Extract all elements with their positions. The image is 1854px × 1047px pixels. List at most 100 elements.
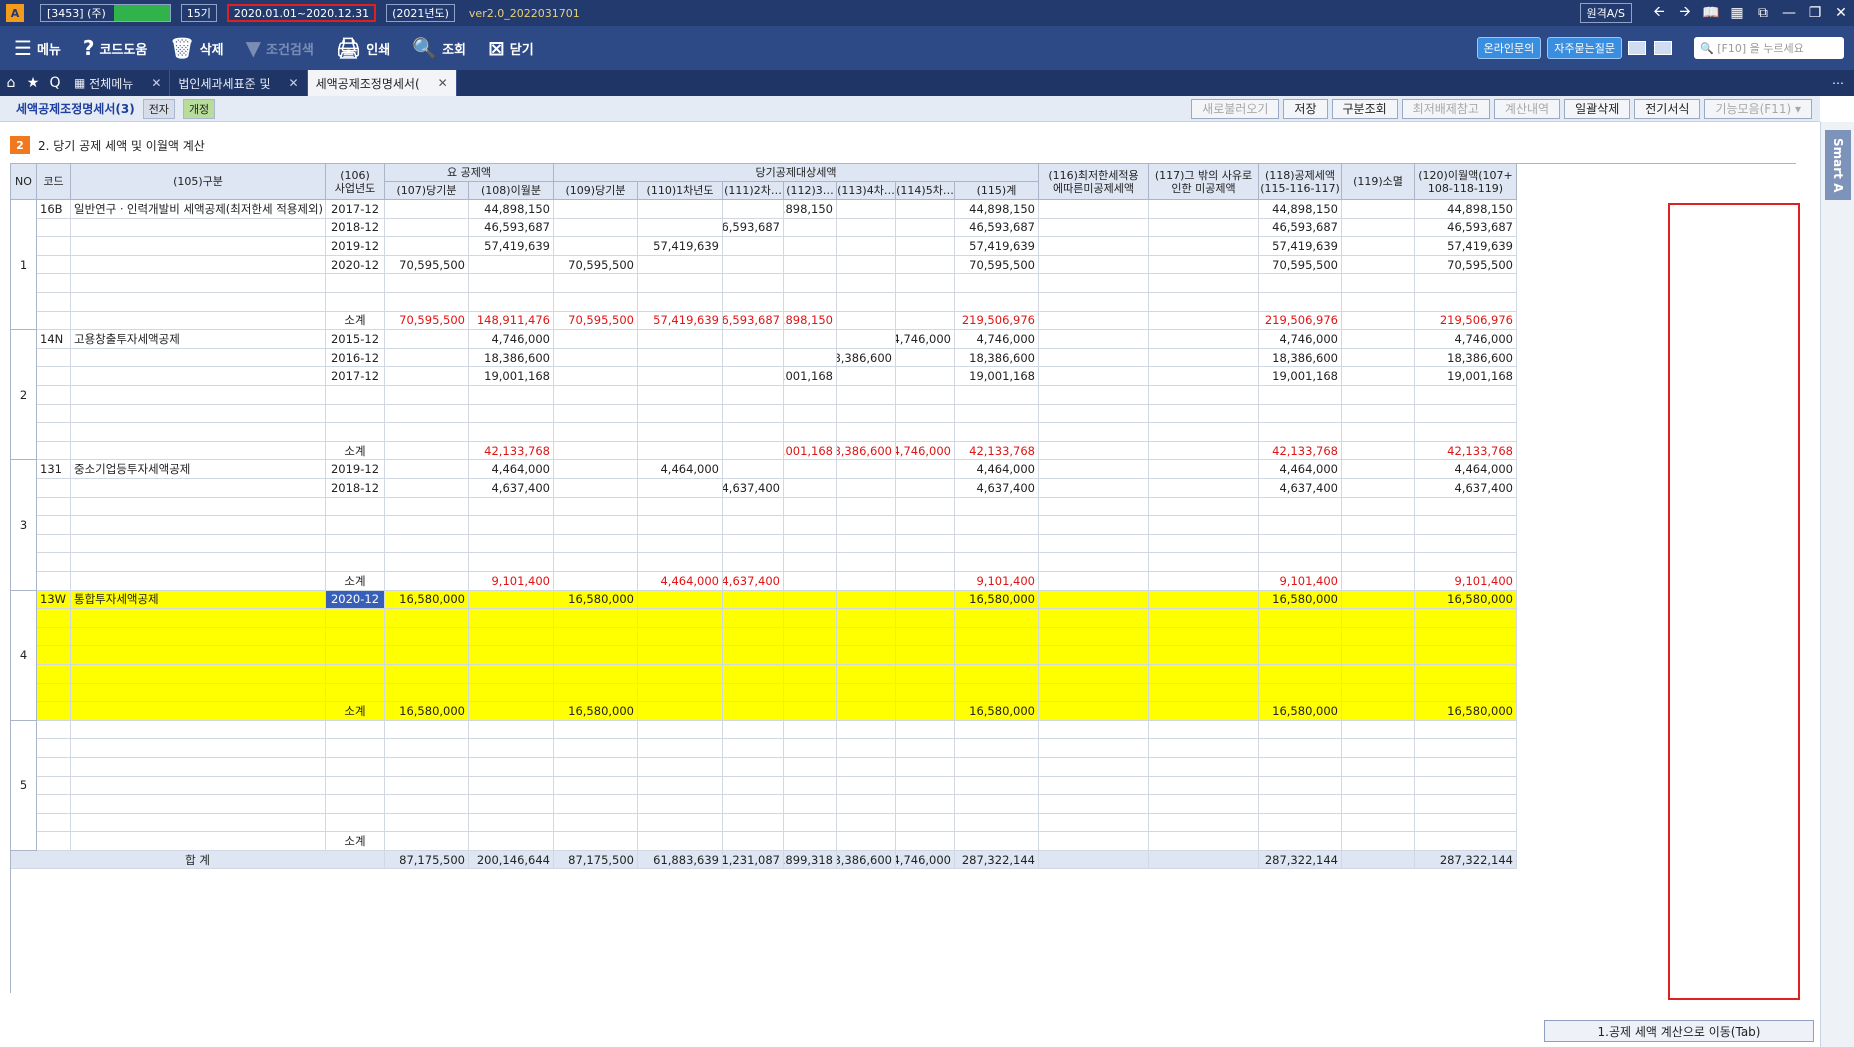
cell-c109[interactable] xyxy=(554,497,638,517)
cell-c108[interactable] xyxy=(469,813,554,833)
cell-c107[interactable] xyxy=(385,795,469,814)
cell-c109[interactable] xyxy=(554,646,638,665)
cell-c110[interactable] xyxy=(638,776,723,796)
row-code[interactable] xyxy=(37,516,71,535)
cell-c116[interactable] xyxy=(1039,665,1149,684)
cell-c110[interactable] xyxy=(638,516,723,535)
cell-c116[interactable] xyxy=(1039,720,1149,740)
cell-c119[interactable] xyxy=(1342,758,1415,777)
cell-c111[interactable] xyxy=(723,516,784,535)
cell-c112[interactable] xyxy=(784,348,837,368)
cell-c111[interactable] xyxy=(723,758,784,777)
cell-c117[interactable] xyxy=(1149,609,1259,628)
cell-c120[interactable] xyxy=(1415,423,1517,442)
cell-c117[interactable] xyxy=(1149,274,1259,293)
cell-c107[interactable] xyxy=(385,813,469,833)
cell-c114[interactable] xyxy=(896,293,955,312)
cell-c120[interactable] xyxy=(1415,386,1517,405)
cell-c112[interactable] xyxy=(784,293,837,312)
cell-c115[interactable]: 4,637,400 xyxy=(955,479,1039,498)
row-business-year[interactable] xyxy=(326,720,385,740)
view-button[interactable]: 🔍 조회 xyxy=(412,36,466,60)
cell-c118[interactable] xyxy=(1259,293,1342,312)
cell-c109[interactable] xyxy=(554,404,638,424)
cell-c110[interactable] xyxy=(638,553,723,572)
cell-c109[interactable] xyxy=(554,460,638,479)
cell-c108[interactable]: 44,898,150 xyxy=(469,200,554,219)
cell-c111[interactable] xyxy=(723,497,784,517)
cell-c118[interactable] xyxy=(1259,720,1342,740)
cell-c107[interactable] xyxy=(385,665,469,684)
cell-c109[interactable] xyxy=(554,237,638,256)
cell-c119[interactable] xyxy=(1342,739,1415,758)
cell-c107[interactable] xyxy=(385,423,469,442)
cell-c115[interactable] xyxy=(955,386,1039,405)
cell-c110[interactable]: 4,464,000 xyxy=(638,460,723,479)
cell-c111[interactable] xyxy=(723,330,784,349)
cell-c118[interactable] xyxy=(1259,423,1342,442)
cell-c116[interactable] xyxy=(1039,255,1149,275)
cell-c113[interactable] xyxy=(837,255,896,275)
cell-c119[interactable] xyxy=(1342,386,1415,405)
back-arrow-icon[interactable]: 🡨 xyxy=(1646,1,1672,25)
row-category-name[interactable] xyxy=(71,720,326,740)
cell-c116[interactable] xyxy=(1039,758,1149,777)
cell-c119[interactable] xyxy=(1342,534,1415,554)
save-button[interactable]: 저장 xyxy=(1283,98,1328,119)
remote-support-button[interactable]: 원격A/S xyxy=(1579,3,1632,23)
row-code[interactable] xyxy=(37,720,71,740)
cell-c120[interactable] xyxy=(1415,404,1517,424)
cell-c120[interactable] xyxy=(1415,813,1517,833)
cell-c108[interactable] xyxy=(469,534,554,554)
cell-c120[interactable] xyxy=(1415,497,1517,517)
row-category-name[interactable] xyxy=(71,683,326,703)
cell-c113[interactable] xyxy=(837,590,896,610)
row-business-year[interactable] xyxy=(326,627,385,647)
cell-c107[interactable] xyxy=(385,553,469,572)
cell-c118[interactable] xyxy=(1259,274,1342,293)
cell-c119[interactable] xyxy=(1342,218,1415,238)
cell-c113[interactable] xyxy=(837,609,896,628)
row-category-name[interactable] xyxy=(71,739,326,758)
cell-c111[interactable] xyxy=(723,534,784,554)
cell-c112[interactable] xyxy=(784,404,837,424)
cell-c113[interactable] xyxy=(837,218,896,238)
cell-c118[interactable] xyxy=(1259,609,1342,628)
cell-c119[interactable] xyxy=(1342,423,1415,442)
cell-c115[interactable]: 4,464,000 xyxy=(955,460,1039,479)
row-code[interactable] xyxy=(37,218,71,238)
cell-c112[interactable] xyxy=(784,646,837,665)
delete-button[interactable]: 🗑 삭제 xyxy=(169,36,223,60)
row-code[interactable] xyxy=(37,404,71,424)
cell-c109[interactable] xyxy=(554,274,638,293)
cell-c109[interactable] xyxy=(554,386,638,405)
row-category-name[interactable] xyxy=(71,497,326,517)
cell-c109[interactable] xyxy=(554,367,638,386)
row-code[interactable]: 13W xyxy=(37,590,71,610)
cell-c107[interactable] xyxy=(385,348,469,368)
cell-c119[interactable] xyxy=(1342,795,1415,814)
cell-c108[interactable] xyxy=(469,776,554,796)
cell-c114[interactable] xyxy=(896,218,955,238)
cell-c119[interactable] xyxy=(1342,255,1415,275)
cell-c115[interactable] xyxy=(955,813,1039,833)
cell-c112[interactable] xyxy=(784,813,837,833)
cell-c107[interactable] xyxy=(385,218,469,238)
row-business-year[interactable]: 2019-12 xyxy=(326,237,385,256)
cell-c113[interactable] xyxy=(837,665,896,684)
cell-c109[interactable] xyxy=(554,627,638,647)
cell-c107[interactable] xyxy=(385,367,469,386)
cell-c107[interactable] xyxy=(385,758,469,777)
cell-c117[interactable] xyxy=(1149,237,1259,256)
cell-c115[interactable] xyxy=(955,293,1039,312)
cell-c119[interactable] xyxy=(1342,367,1415,386)
cell-c108[interactable] xyxy=(469,665,554,684)
cell-c113[interactable] xyxy=(837,516,896,535)
cell-c107[interactable] xyxy=(385,627,469,647)
cell-c114[interactable] xyxy=(896,200,955,219)
cell-c110[interactable] xyxy=(638,534,723,554)
cell-c115[interactable]: 57,419,639 xyxy=(955,237,1039,256)
cell-c108[interactable]: 4,637,400 xyxy=(469,479,554,498)
cell-c120[interactable] xyxy=(1415,758,1517,777)
cell-c110[interactable] xyxy=(638,404,723,424)
